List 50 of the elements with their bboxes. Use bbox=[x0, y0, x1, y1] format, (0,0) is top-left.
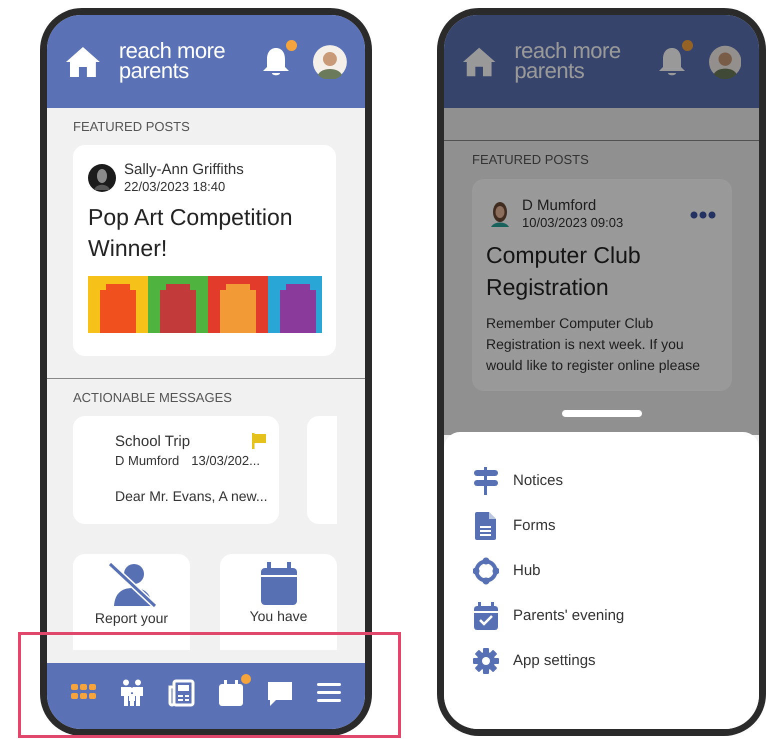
bell-icon[interactable] bbox=[656, 46, 687, 78]
author-name: D Mumford bbox=[522, 196, 598, 214]
logo-text: reach more bbox=[118, 40, 226, 60]
post-title: Pop Art Competition Winner! bbox=[88, 202, 294, 262]
more-icon[interactable] bbox=[690, 210, 716, 218]
section-heading: FEATURED POSTS bbox=[472, 151, 590, 169]
message-title: School Trip bbox=[115, 432, 190, 452]
chat-icon[interactable] bbox=[266, 679, 294, 707]
post-body: Remember Computer Club Registration is next week. If you would like to register online please bbox=[486, 314, 702, 375]
post-date: 10/03/2023 09:03 bbox=[522, 214, 624, 230]
post-title: Computer Club Registration bbox=[486, 240, 642, 302]
tile-text: You have bbox=[250, 608, 308, 624]
menu-item[interactable]: Notices bbox=[473, 465, 663, 497]
tile-card[interactable]: You have bbox=[220, 554, 337, 650]
calendar-icon bbox=[260, 562, 298, 606]
home-icon[interactable] bbox=[462, 46, 496, 78]
bell-icon[interactable] bbox=[261, 46, 292, 78]
logo-text: parents bbox=[514, 60, 584, 80]
settings-icon bbox=[473, 647, 499, 675]
post-card[interactable]: Sally-Ann Griffiths 22/03/2023 18:40 Pop Art Competition Winner! bbox=[73, 144, 336, 356]
ring-icon bbox=[473, 557, 499, 585]
logo-text: parents bbox=[118, 60, 189, 80]
avatar[interactable] bbox=[313, 44, 347, 78]
newspaper-icon[interactable] bbox=[168, 679, 196, 707]
message-date: 13/03/202... bbox=[191, 452, 260, 470]
scrim[interactable] bbox=[444, 15, 759, 435]
message-sender: D Mumford bbox=[115, 452, 180, 470]
post-date: 22/03/2023 18:40 bbox=[124, 178, 226, 194]
signpost-icon bbox=[473, 467, 499, 495]
home-icon[interactable] bbox=[65, 46, 101, 78]
avatar bbox=[88, 164, 116, 192]
document-icon bbox=[473, 512, 499, 540]
person-crossed-icon bbox=[106, 562, 156, 608]
menu-item[interactable]: App settings bbox=[473, 645, 663, 677]
post-card[interactable]: D Mumford 10/03/2023 09:03 Computer Club Registration Remember Computer Club Registration is next week. If you would like to register online please bbox=[472, 178, 732, 390]
drag-handle[interactable] bbox=[562, 410, 642, 417]
menu-item[interactable]: Parents' evening bbox=[473, 600, 663, 632]
message-preview: Dear Mr. Evans, A new... bbox=[115, 487, 268, 506]
menu-item[interactable]: Forms bbox=[473, 510, 663, 542]
calendar-icon[interactable] bbox=[216, 679, 244, 707]
message-card[interactable]: School Trip D Mumford 13/03/202... Dear Mr. Evans, A new... bbox=[73, 416, 279, 524]
tile-card[interactable]: Report your bbox=[73, 554, 190, 650]
tile-text: Report your bbox=[94, 610, 168, 626]
logo-text: reach more bbox=[514, 40, 621, 60]
section-heading: FEATURED POSTS bbox=[73, 118, 191, 136]
avatar[interactable] bbox=[708, 44, 741, 78]
section-heading: ACTIONABLE MESSAGES bbox=[73, 388, 233, 406]
author-name: Sally-Ann Griffiths bbox=[124, 160, 244, 178]
calendar-check-icon bbox=[473, 602, 499, 630]
menu-item[interactable]: Hub bbox=[473, 555, 663, 587]
